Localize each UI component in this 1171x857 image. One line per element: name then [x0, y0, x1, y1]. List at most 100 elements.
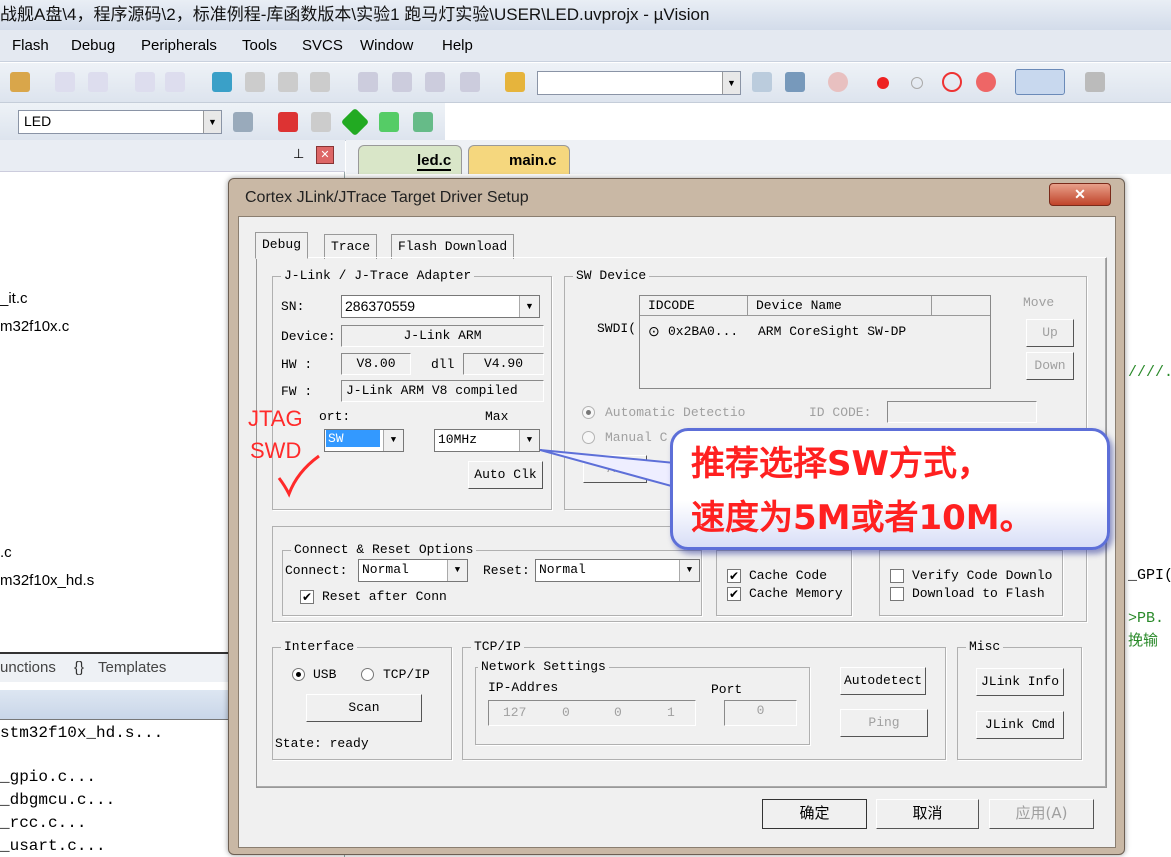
undo-icon[interactable]	[55, 72, 75, 92]
column-device-name[interactable]: Device Name	[748, 296, 932, 316]
chevron-down-icon[interactable]: ▼	[383, 430, 403, 451]
ping-button[interactable]: Ping	[840, 709, 928, 737]
usb-radio[interactable]	[292, 668, 305, 681]
find-combo[interactable]: ▼	[537, 71, 741, 95]
debug-start-icon[interactable]	[828, 72, 848, 92]
ok-button[interactable]: 确定	[762, 799, 867, 829]
unindent-icon[interactable]	[392, 72, 412, 92]
chevron-down-icon[interactable]: ▼	[722, 72, 740, 94]
indent-icon[interactable]	[358, 72, 378, 92]
chevron-down-icon[interactable]: ▼	[679, 560, 699, 581]
port-label: ort:	[319, 409, 351, 424]
manage-components-icon[interactable]	[278, 112, 298, 132]
pin-icon[interactable]: ⊥	[293, 146, 304, 162]
auto-detect-radio[interactable]	[582, 406, 595, 419]
target-select[interactable]: LED ▼	[18, 110, 222, 134]
find-in-files-icon[interactable]	[752, 72, 772, 92]
forward-icon[interactable]	[165, 72, 185, 92]
menu-tools[interactable]: Tools	[242, 37, 277, 54]
dialog-title: Cortex JLink/JTrace Target Driver Setup	[245, 189, 529, 206]
tree-item[interactable]: .c	[0, 544, 12, 561]
tcpip-radio[interactable]	[361, 668, 374, 681]
magic-wand-icon[interactable]	[233, 112, 253, 132]
device-list[interactable]: IDCODE Device Name ⊙ 0x2BA0... ARM CoreS…	[639, 295, 991, 389]
tab-flash-download[interactable]: Flash Download	[391, 234, 515, 259]
chevron-down-icon[interactable]: ▼	[447, 560, 467, 581]
menu-debug[interactable]: Debug	[71, 37, 115, 54]
wrench-icon[interactable]	[1085, 72, 1105, 92]
output-line: _usart.c...	[0, 837, 106, 855]
chevron-down-icon[interactable]: ▼	[519, 430, 539, 451]
move-up-button[interactable]: Up	[1026, 319, 1074, 347]
connect-value: Normal	[362, 562, 409, 577]
menu-svcs[interactable]: SVCS	[302, 37, 343, 54]
connect-select[interactable]: Normal ▼	[358, 559, 468, 582]
window-layout-icon[interactable]	[1015, 69, 1065, 95]
max-clock-select[interactable]: 10MHz ▼	[434, 429, 540, 452]
breakpoints-kill-all-icon[interactable]	[976, 72, 996, 92]
code-fragment: _GPI(	[1128, 567, 1171, 584]
close-icon[interactable]: ✕	[316, 146, 334, 164]
close-button[interactable]: ✕	[1049, 183, 1111, 206]
checkmark-annotation-icon	[277, 454, 320, 498]
verify-code-checkbox[interactable]	[890, 569, 904, 583]
tab-functions[interactable]: unctions	[0, 659, 56, 676]
reset-select[interactable]: Normal ▼	[535, 559, 700, 582]
tab-trace[interactable]: Trace	[324, 234, 378, 259]
breakpoints-disable-all-icon[interactable]	[942, 72, 962, 92]
tab-main-c[interactable]: main.c	[468, 145, 570, 174]
jlink-cmd-button[interactable]: JLink Cmd	[976, 711, 1064, 739]
open-folder-icon[interactable]	[505, 72, 525, 92]
menu-peripherals[interactable]: Peripherals	[141, 37, 217, 54]
group-label: Network Settings	[478, 659, 609, 674]
bookmark-next-icon[interactable]	[278, 72, 298, 92]
move-down-button[interactable]: Down	[1026, 352, 1074, 380]
port-number-field[interactable]: 0	[724, 700, 797, 726]
run-time-environment-icon[interactable]	[413, 112, 433, 132]
menu-help[interactable]: Help	[442, 37, 473, 54]
cache-memory-checkbox[interactable]: ✔	[727, 587, 741, 601]
back-icon[interactable]	[135, 72, 155, 92]
pack-installer-icon[interactable]	[340, 107, 370, 137]
breakpoint-disable-icon[interactable]	[911, 77, 923, 89]
download-to-flash-checkbox[interactable]	[890, 587, 904, 601]
bookmark-prev-icon[interactable]	[245, 72, 265, 92]
auto-clk-button[interactable]: Auto Clk	[468, 461, 543, 489]
menu-window[interactable]: Window	[360, 37, 413, 54]
paste-icon[interactable]	[10, 72, 30, 92]
port-select[interactable]: SW ▼	[324, 429, 404, 452]
redo-icon[interactable]	[88, 72, 108, 92]
select-software-packs-icon[interactable]	[379, 112, 399, 132]
id-code-field[interactable]	[887, 401, 1037, 423]
jlink-info-button[interactable]: JLink Info	[976, 668, 1064, 696]
sn-select[interactable]: 286370559 ▼	[341, 295, 540, 318]
bookmark-icon[interactable]	[212, 72, 232, 92]
cancel-button[interactable]: 取消	[876, 799, 979, 829]
tab-templates[interactable]: Templates	[98, 659, 166, 676]
tcpip-label: TCP/IP	[383, 667, 430, 682]
comment-icon[interactable]	[425, 72, 445, 92]
incremental-find-icon[interactable]	[785, 72, 805, 92]
scan-button[interactable]: Scan	[306, 694, 422, 722]
chevron-down-icon[interactable]: ▼	[203, 111, 221, 133]
chevron-down-icon[interactable]: ▼	[519, 296, 539, 317]
batch-setup-icon[interactable]	[311, 112, 331, 132]
reset-after-connect-checkbox[interactable]: ✔	[300, 590, 314, 604]
tree-item[interactable]: m32f10x_hd.s	[0, 572, 94, 589]
tree-item[interactable]: _it.c	[0, 290, 28, 307]
tab-led-c[interactable]: led.c	[358, 145, 462, 174]
uncomment-icon[interactable]	[460, 72, 480, 92]
ip-address-field[interactable]: 127 0 0 1	[488, 700, 696, 726]
cache-code-checkbox[interactable]: ✔	[727, 569, 741, 583]
radio-selected-icon[interactable]: ⊙	[648, 323, 660, 340]
manual-config-radio[interactable]	[582, 431, 595, 444]
bookmark-clear-icon[interactable]	[310, 72, 330, 92]
autodetect-button[interactable]: Autodetect	[840, 667, 926, 695]
tab-debug[interactable]: Debug	[255, 232, 309, 259]
apply-button[interactable]: 应用(A)	[989, 799, 1094, 829]
breakpoint-icon[interactable]	[877, 77, 889, 89]
column-idcode[interactable]: IDCODE	[640, 296, 748, 316]
tree-item[interactable]: m32f10x.c	[0, 318, 69, 335]
ip-octet: 0	[614, 705, 622, 720]
menu-flash[interactable]: Flash	[12, 37, 49, 54]
